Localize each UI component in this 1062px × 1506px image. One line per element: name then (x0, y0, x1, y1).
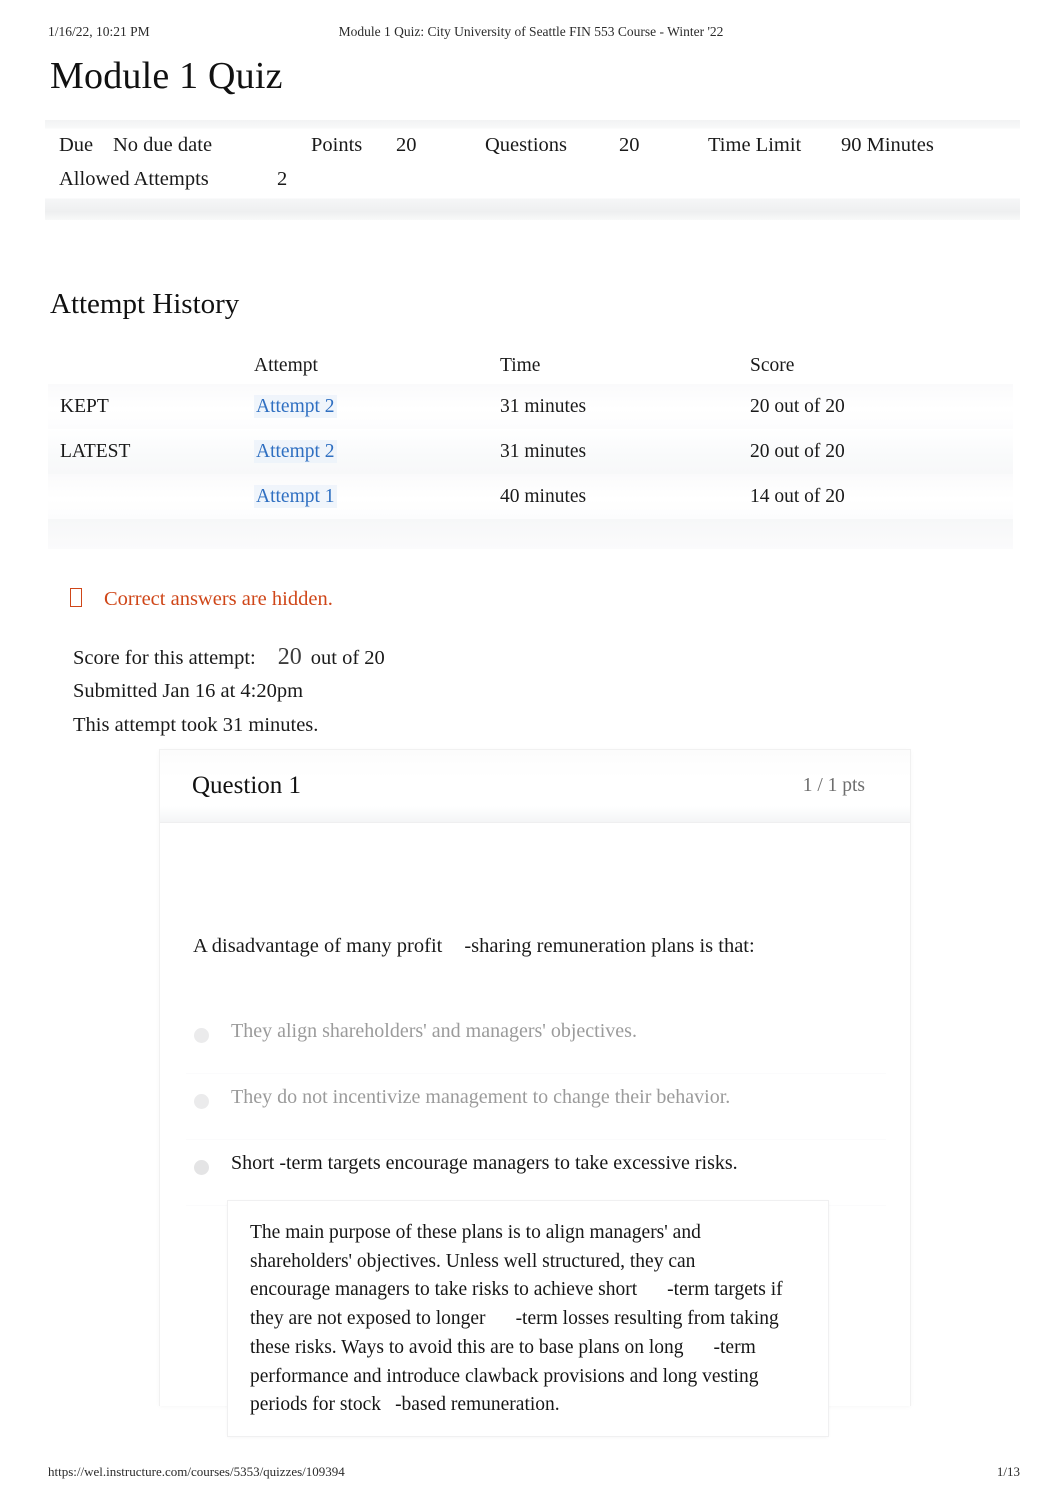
explanation-line: performance and introduce clawback provi… (250, 1363, 806, 1392)
question-title: Question 1 (192, 772, 302, 799)
explanation-line: periods for stock -based remuneration. (250, 1391, 806, 1420)
answer-list: They align shareholders' and managers' o… (186, 1008, 886, 1206)
question-header: Question 1 1 / 1 pts (160, 750, 910, 823)
question-prompt: A disadvantage of many profit -sharing re… (193, 935, 755, 958)
attempt-row-time: 31 minutes (500, 395, 587, 417)
time-limit-label: Time Limit (708, 134, 802, 156)
radio-button-icon[interactable] (194, 1028, 209, 1043)
explanation-line: these risks. Ways to avoid this are to b… (250, 1334, 806, 1363)
question-prompt-part1: A disadvantage of many profit (193, 935, 443, 957)
attempt-link[interactable]: Attempt 1 (254, 484, 337, 508)
score-value: 20 (277, 644, 302, 670)
explanation-seg: encourage managers to take risks to achi… (250, 1279, 638, 1301)
column-header-attempt: Attempt (254, 355, 318, 376)
allowed-attempts-value: 2 (277, 168, 288, 190)
answer-option[interactable]: They align shareholders' and managers' o… (186, 1008, 886, 1074)
table-row: LATEST Attempt 2 31 minutes 20 out of 20 (48, 429, 1013, 474)
answer-option-label: They do not incentivize management to ch… (231, 1086, 731, 1108)
explanation-seg: -term losses resulting from taking (515, 1308, 779, 1330)
time-limit-value: 90 Minutes (841, 134, 934, 156)
explanation-seg: -term (713, 1336, 756, 1358)
attempt-link-cell: Attempt 1 (254, 484, 337, 508)
explanation-seg: performance and introduce clawback provi… (250, 1365, 759, 1387)
footer-url: https://wel.instructure.com/courses/5353… (48, 1464, 345, 1479)
warning-icon (70, 588, 82, 607)
answer-option-label: They align shareholders' and managers' o… (231, 1020, 637, 1042)
explanation-seg: shareholders' objectives. Unless well st… (250, 1250, 696, 1272)
attempt-row-score: 14 out of 20 (750, 485, 845, 507)
points-label: Points (311, 134, 363, 156)
print-footer: https://wel.instructure.com/courses/5353… (0, 1464, 1062, 1482)
explanation-seg: they are not exposed to longer (250, 1308, 486, 1330)
attempt-row-time: 40 minutes (500, 485, 587, 507)
explanation-seg: -based remuneration. (395, 1394, 560, 1416)
explanation-seg: -term targets if (667, 1279, 783, 1301)
column-header-time: Time (500, 355, 541, 376)
print-document-title: Module 1 Quiz: City University of Seattl… (338, 24, 724, 39)
attempt-link-cell: Attempt 2 (254, 439, 337, 463)
radio-button-icon[interactable] (194, 1160, 209, 1175)
attempt-row-time: 31 minutes (500, 440, 587, 462)
score-summary: Score for this attempt: 20 out of 20 Submi… (73, 640, 385, 742)
explanation-line: The main purpose of these plans is to al… (250, 1219, 806, 1248)
due-label: Due (59, 134, 94, 156)
print-header: 1/16/22, 10:21 PM Module 1 Quiz: City Un… (0, 24, 1062, 42)
question-points: 1 / 1 pts (802, 775, 865, 796)
attempt-link-cell: Attempt 2 (254, 394, 337, 418)
quiz-details-row-1: Due No due date Points 20 Questions 20 T… (45, 134, 1020, 168)
questions-value: 20 (619, 134, 640, 156)
attempt-link[interactable]: Attempt 2 (254, 439, 337, 463)
explanation-line: shareholders' objectives. Unless well st… (250, 1248, 806, 1277)
answer-option-selected[interactable]: Short -term targets encourage managers t… (186, 1140, 886, 1206)
table-row: Attempt 1 40 minutes 14 out of 20 (48, 474, 1013, 519)
attempt-link[interactable]: Attempt 2 (254, 394, 337, 418)
attempt-row-score: 20 out of 20 (750, 395, 845, 417)
explanation-line: encourage managers to take risks to achi… (250, 1276, 806, 1305)
attempt-duration-line: This attempt took 31 minutes. (73, 714, 319, 736)
allowed-attempts-label: Allowed Attempts (59, 168, 209, 190)
explanation-line: they are not exposed to longer -term loss… (250, 1305, 806, 1334)
footer-page-number: 1/13 (996, 1464, 1020, 1479)
attempt-row-label: KEPT (60, 395, 109, 417)
correct-answers-hidden-banner: Correct answers are hidden. (70, 588, 333, 611)
quiz-details-panel: Due No due date Points 20 Questions 20 T… (45, 120, 1020, 220)
question-body: A disadvantage of many profit -sharing re… (160, 823, 910, 1436)
quiz-details-row-2: Allowed Attempts 2 (45, 168, 1020, 202)
score-label: Score for this attempt: (73, 647, 256, 669)
table-header-row: Attempt Time Score (48, 348, 1013, 384)
page-title: Module 1 Quiz (50, 55, 283, 97)
table-footer-band (48, 519, 1013, 549)
answer-option[interactable]: They do not incentivize management to ch… (186, 1074, 886, 1140)
points-value: 20 (396, 134, 417, 156)
column-header-score: Score (750, 355, 795, 376)
attempt-row-score: 20 out of 20 (750, 440, 845, 462)
questions-label: Questions (485, 134, 567, 156)
explanation-seg: periods for stock (250, 1394, 382, 1416)
attempt-history-table: Attempt Time Score KEPT Attempt 2 31 min… (48, 348, 1013, 549)
explanation-seg: The main purpose of these plans is to al… (250, 1222, 701, 1243)
score-out-of: out of 20 (310, 647, 385, 669)
question-card: Question 1 1 / 1 pts A disadvantage of m… (160, 750, 910, 1436)
submitted-line: Submitted Jan 16 at 4:20pm (73, 680, 304, 702)
answer-option-label: Short -term targets encourage managers t… (231, 1152, 738, 1174)
attempt-history-heading: Attempt History (50, 288, 240, 320)
due-value: No due date (113, 134, 213, 156)
radio-button-icon[interactable] (194, 1094, 209, 1109)
score-for-attempt-line: Score for this attempt: 20 out of 20 (73, 640, 385, 674)
explanation-seg: these risks. Ways to avoid this are to b… (250, 1336, 684, 1358)
correct-answers-hidden-text: Correct answers are hidden. (104, 588, 333, 610)
attempt-row-label: LATEST (60, 440, 131, 462)
answer-explanation-box: The main purpose of these plans is to al… (228, 1201, 828, 1436)
question-prompt-part2: -sharing remuneration plans is that: (464, 935, 755, 957)
table-row: KEPT Attempt 2 31 minutes 20 out of 20 (48, 384, 1013, 429)
